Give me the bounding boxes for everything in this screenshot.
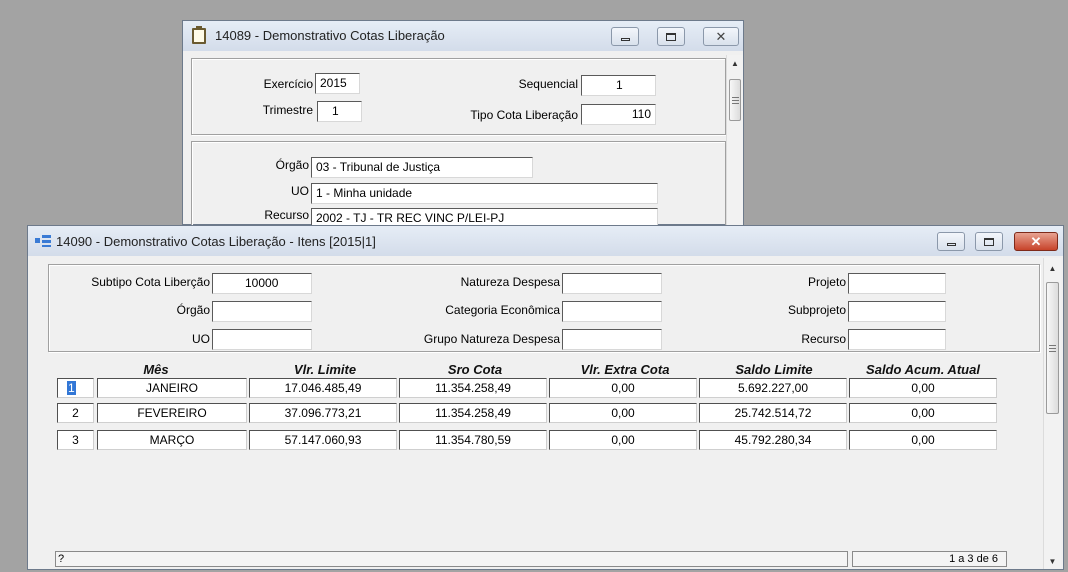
subtipo-field[interactable]: 10000	[212, 273, 312, 294]
natureza-field[interactable]	[562, 273, 662, 294]
categoria-field[interactable]	[562, 301, 662, 322]
close-icon: ✕	[1030, 234, 1042, 249]
minimize-button[interactable]	[937, 232, 965, 251]
projeto-label: Projeto	[807, 275, 846, 289]
trimestre-field[interactable]: 1	[317, 101, 362, 122]
sro-cota-cell[interactable]: 11.354.780,59	[399, 430, 547, 450]
vlr-limite-cell[interactable]: 57.147.060,93	[249, 430, 397, 450]
close-button[interactable]: ✕	[1014, 232, 1058, 251]
recurso-filter-field[interactable]	[848, 329, 946, 350]
categoria-label: Categoria Econômica	[445, 303, 560, 317]
orgao-filter-label: Órgão	[176, 303, 210, 317]
sequencial-label: Sequencial	[518, 77, 578, 91]
grupo-label: Grupo Natureza Despesa	[423, 332, 560, 346]
window-14089-titlebar[interactable]: 14089 - Demonstrativo Cotas Liberação ✕	[183, 21, 743, 51]
orgao-label: Órgão	[275, 158, 309, 172]
clipboard-icon	[192, 26, 206, 44]
saldo-acum-atual-cell[interactable]: 0,00	[849, 430, 997, 450]
close-button[interactable]: ✕	[703, 27, 739, 46]
column-header-vlr-limite[interactable]: Vlr. Limite	[250, 362, 400, 377]
orgao-filter-field[interactable]	[212, 301, 312, 322]
maximize-icon	[666, 32, 676, 41]
natureza-label: Natureza Despesa	[460, 275, 560, 289]
window-14090-titlebar[interactable]: 14090 - Demonstrativo Cotas Liberação - …	[28, 226, 1063, 256]
recurso-label: Recurso	[264, 208, 309, 222]
minimize-icon	[620, 38, 630, 41]
window-14089: 14089 - Demonstrativo Cotas Liberação ✕ …	[182, 20, 744, 226]
subtipo-label: Subtipo Cota Liberção	[91, 275, 210, 289]
column-header-mes[interactable]: Mês	[100, 362, 212, 377]
grid-items-icon	[35, 235, 51, 247]
uo-label: UO	[291, 184, 309, 198]
vlr-extra-cota-cell[interactable]: 0,00	[549, 378, 697, 398]
mes-cell[interactable]: JANEIRO	[97, 378, 247, 398]
column-header-sro-cota[interactable]: Sro Cota	[400, 362, 550, 377]
saldo-limite-cell[interactable]: 45.792.280,34	[699, 430, 847, 450]
saldo-acum-atual-cell[interactable]: 0,00	[849, 378, 997, 398]
tipo-cota-label: Tipo Cota Liberação	[470, 108, 578, 122]
vlr-limite-cell[interactable]: 37.096.773,21	[249, 403, 397, 423]
maximize-button[interactable]	[657, 27, 685, 46]
trimestre-label: Trimestre	[262, 103, 313, 117]
minimize-button[interactable]	[611, 27, 639, 46]
window-14090-title: 14090 - Demonstrativo Cotas Liberação - …	[56, 234, 376, 249]
orgao-field[interactable]: 03 - Tribunal de Justiça	[311, 157, 533, 178]
sro-cota-cell[interactable]: 11.354.258,49	[399, 403, 547, 423]
mes-cell[interactable]: MARÇO	[97, 430, 247, 450]
maximize-icon	[984, 237, 994, 246]
subprojeto-field[interactable]	[848, 301, 946, 322]
uo-filter-label: UO	[192, 332, 210, 346]
column-header-saldo-limite[interactable]: Saldo Limite	[700, 362, 848, 377]
scroll-thumb[interactable]	[1046, 282, 1059, 414]
window-14089-scrollbar[interactable]: ▲	[726, 55, 743, 225]
status-hint: ?	[55, 551, 848, 567]
exercicio-label: Exercício	[263, 77, 313, 91]
recurso-filter-label: Recurso	[801, 332, 846, 346]
uo-field[interactable]: 1 - Minha unidade	[311, 183, 658, 204]
mes-cell[interactable]: FEVEREIRO	[97, 403, 247, 423]
scroll-up-icon[interactable]: ▲	[727, 55, 743, 71]
column-header-vlr-extra-cota[interactable]: Vlr. Extra Cota	[550, 362, 700, 377]
column-header-saldo-acum-atual[interactable]: Saldo Acum. Atual	[848, 362, 998, 377]
maximize-button[interactable]	[975, 232, 1003, 251]
row-number-cell[interactable]: 3	[57, 430, 94, 450]
vlr-extra-cota-cell[interactable]: 0,00	[549, 403, 697, 423]
window-14090-scrollbar[interactable]: ▲ ▼	[1043, 258, 1061, 569]
vlr-extra-cota-cell[interactable]: 0,00	[549, 430, 697, 450]
uo-filter-field[interactable]	[212, 329, 312, 350]
row-number-cell[interactable]: 1	[57, 378, 94, 398]
sequencial-field[interactable]: 1	[581, 75, 656, 96]
projeto-field[interactable]	[848, 273, 946, 294]
tipo-cota-field[interactable]: 110	[581, 104, 656, 125]
saldo-limite-cell[interactable]: 5.692.227,00	[699, 378, 847, 398]
row-number: 1	[67, 381, 76, 395]
scroll-up-icon[interactable]: ▲	[1044, 260, 1061, 276]
vlr-limite-cell[interactable]: 17.046.485,49	[249, 378, 397, 398]
minimize-icon	[946, 243, 956, 246]
window-14089-title: 14089 - Demonstrativo Cotas Liberação	[215, 28, 445, 43]
recurso-field[interactable]: 2002 - TJ - TR REC VINC P/LEI-PJ	[311, 208, 658, 226]
sro-cota-cell[interactable]: 11.354.258,49	[399, 378, 547, 398]
saldo-acum-atual-cell[interactable]: 0,00	[849, 403, 997, 423]
subprojeto-label: Subprojeto	[787, 303, 846, 317]
close-icon: ✕	[715, 29, 727, 44]
scroll-down-icon[interactable]: ▼	[1044, 553, 1061, 569]
scroll-thumb[interactable]	[729, 79, 741, 121]
grupo-field[interactable]	[562, 329, 662, 350]
saldo-limite-cell[interactable]: 25.742.514,72	[699, 403, 847, 423]
exercicio-field[interactable]: 2015	[315, 73, 360, 94]
row-number-cell[interactable]: 2	[57, 403, 94, 423]
desktop: { "back_window": { "title": "14089 - Dem…	[0, 0, 1068, 572]
status-pagination: 1 a 3 de 6	[852, 551, 1007, 567]
